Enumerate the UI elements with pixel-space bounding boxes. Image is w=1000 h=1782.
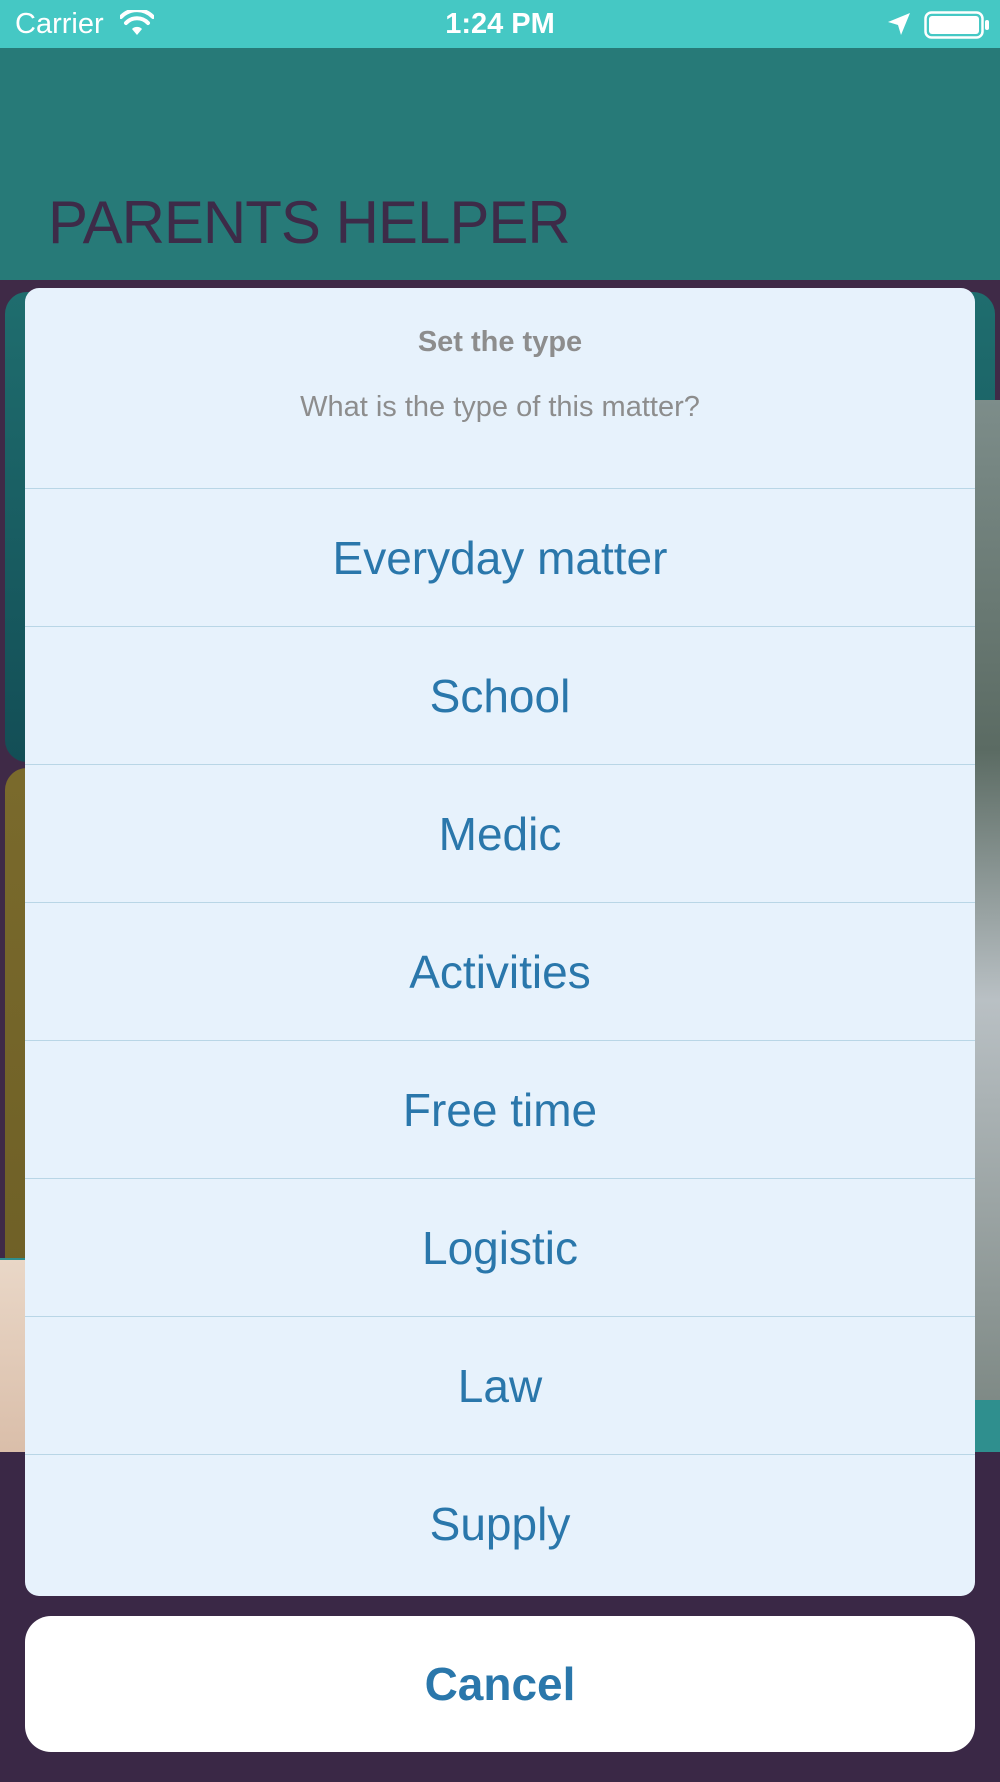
action-sheet-message: What is the type of this matter? — [300, 391, 700, 423]
action-sheet-header: Set the type What is the type of this ma… — [25, 288, 975, 489]
action-sheet-title: Set the type — [417, 326, 583, 358]
option-everyday-matter[interactable]: Everyday matter — [25, 489, 975, 627]
location-arrow-icon — [888, 13, 910, 35]
app-title: PARENTS HELPER — [48, 189, 571, 256]
option-medic[interactable]: Medic — [25, 765, 975, 903]
battery-icon — [924, 11, 989, 39]
option-free-time[interactable]: Free time — [25, 1041, 975, 1179]
option-logistic[interactable]: Logistic — [25, 1179, 975, 1317]
app-header: PARENTS HELPER — [0, 48, 1000, 280]
option-supply[interactable]: Supply — [25, 1455, 975, 1593]
cancel-button[interactable]: Cancel — [25, 1616, 975, 1752]
status-time: 1:24 PM — [445, 8, 555, 40]
option-activities[interactable]: Activities — [25, 903, 975, 1041]
status-bar: Carrier 1:24 PM — [0, 0, 1000, 48]
option-law[interactable]: Law — [25, 1317, 975, 1455]
option-school[interactable]: School — [25, 627, 975, 765]
action-sheet-options: Everyday matter School Medic Activities … — [25, 489, 975, 1593]
action-sheet: Set the type What is the type of this ma… — [25, 288, 975, 1596]
